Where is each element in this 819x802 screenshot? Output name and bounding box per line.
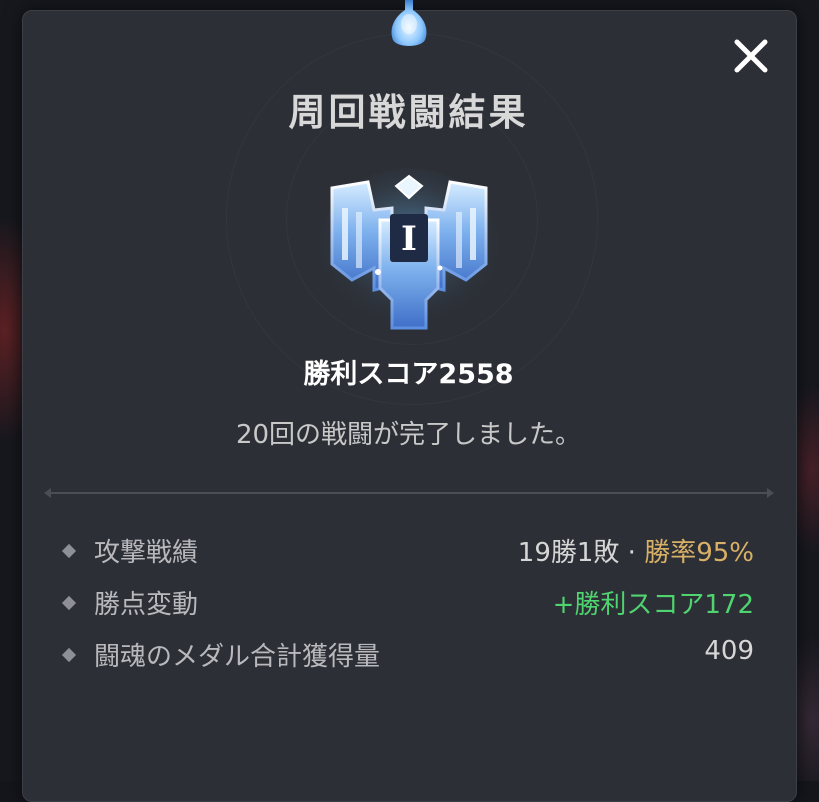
stat-row-medal-total: 闘魂のメダル合計獲得量 409 [61, 636, 754, 676]
close-icon [734, 39, 768, 73]
close-button[interactable] [727, 32, 775, 80]
page-title: 周回戦闘結果 [288, 91, 529, 134]
stat-label: 攻撃戦績 [94, 538, 199, 568]
divider [44, 488, 774, 498]
stat-row-point-change: 勝点変動 +勝利スコア172 [61, 584, 754, 624]
stat-row-attack-record: 攻撃戦績 19勝1敗 · 勝率95% [61, 532, 754, 572]
lamp-icon [391, 0, 427, 46]
stat-value: 19勝1敗 · 勝率95% [518, 532, 754, 569]
diamond-bullet-icon [61, 647, 77, 663]
emblem-rank-text: I [401, 219, 417, 259]
rank-emblem-icon: I [319, 168, 499, 330]
win-rate: 勝率95% [644, 538, 754, 568]
diamond-bullet-icon [61, 595, 77, 611]
stat-label: 闘魂のメダル合計獲得量 [94, 642, 381, 672]
battle-completion-text: 20回の戦闘が完了しました。 [235, 420, 582, 450]
stat-value: +勝利スコア172 [553, 584, 754, 621]
stat-value: 409 [704, 636, 754, 666]
stat-label: 勝点変動 [94, 590, 199, 620]
score-change: +勝利スコア172 [552, 590, 754, 620]
victory-score-text: 勝利スコア2558 [303, 359, 514, 390]
win-loss-record: 19勝1敗 · [517, 538, 645, 568]
diamond-bullet-icon [61, 543, 77, 559]
